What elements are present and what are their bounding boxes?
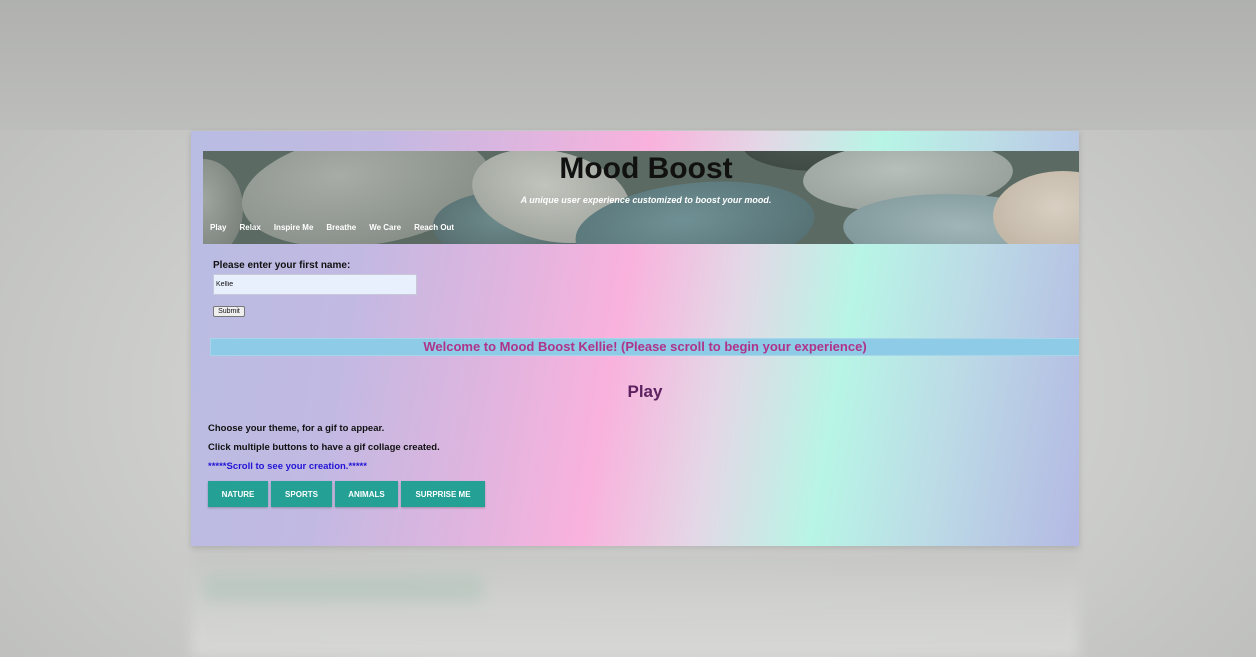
main-nav: Play Relax Inspire Me Breathe We Care Re… <box>210 223 467 232</box>
nav-relax[interactable]: Relax <box>239 223 260 232</box>
site-subtitle: A unique user experience customized to b… <box>520 195 772 205</box>
submit-button[interactable]: Submit <box>213 306 245 317</box>
site-title: Mood Boost <box>559 152 733 185</box>
nav-we-care[interactable]: We Care <box>369 223 401 232</box>
scroll-note: *****Scroll to see your creation.***** <box>208 461 367 472</box>
nav-inspire-me[interactable]: Inspire Me <box>274 223 314 232</box>
surprise-me-button[interactable]: SURPRISE ME <box>401 481 485 507</box>
header-banner: Mood Boost A unique user experience cust… <box>203 151 1079 244</box>
collage-instruction: Click multiple buttons to have a gif col… <box>208 442 440 453</box>
first-name-input[interactable] <box>213 274 417 295</box>
animals-button[interactable]: ANIMALS <box>335 481 398 507</box>
play-heading: Play <box>627 382 663 401</box>
nav-breathe[interactable]: Breathe <box>326 223 356 232</box>
page-reflection <box>191 548 1079 657</box>
theme-instruction: Choose your theme, for a gif to appear. <box>208 423 385 434</box>
sports-button[interactable]: SPORTS <box>271 481 332 507</box>
welcome-banner: Welcome to Mood Boost Kellie! (Please sc… <box>210 338 1079 356</box>
backdrop-top <box>0 0 1256 130</box>
nav-reach-out[interactable]: Reach Out <box>414 223 454 232</box>
web-page: Mood Boost A unique user experience cust… <box>191 131 1079 546</box>
nav-play[interactable]: Play <box>210 223 226 232</box>
theme-button-group: NATURE SPORTS ANIMALS SURPRISE ME <box>208 481 485 507</box>
first-name-label: Please enter your first name: <box>213 260 351 271</box>
nature-button[interactable]: NATURE <box>208 481 268 507</box>
